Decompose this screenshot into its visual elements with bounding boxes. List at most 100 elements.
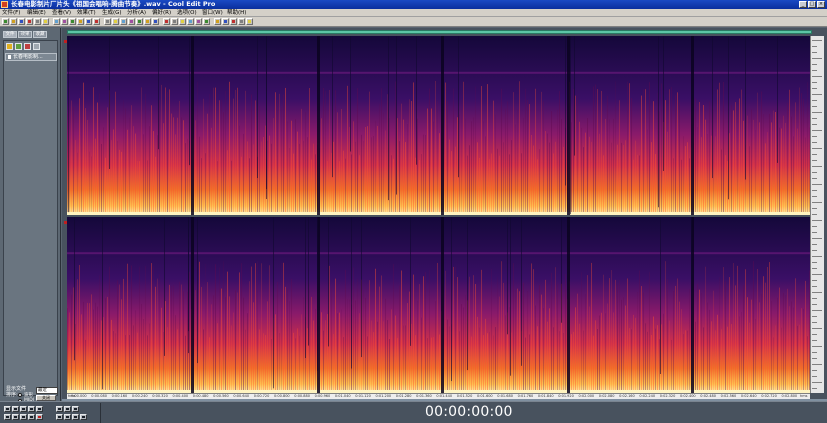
- zoom-in-left-button[interactable]: [56, 414, 63, 420]
- spectrogram-streak: [541, 294, 542, 393]
- menu-analyze[interactable]: 分析(A): [127, 9, 146, 17]
- zoom-vertical-out-button[interactable]: [80, 414, 87, 420]
- spectrogram-streak: [425, 272, 426, 393]
- toolbar-button[interactable]: [85, 18, 92, 25]
- spectrogram-streak: [263, 333, 264, 393]
- zoom-in-right-button[interactable]: [64, 414, 71, 420]
- ruler-tick: [812, 82, 817, 83]
- menu-generate[interactable]: 生成(G): [102, 9, 122, 17]
- spectrogram-streak: [187, 291, 188, 393]
- time-display: 00:00:00:00: [425, 404, 513, 420]
- spectrogram-streak: [647, 129, 648, 215]
- menu-view[interactable]: 查看(V): [52, 9, 71, 17]
- toolbar-button[interactable]: [203, 18, 210, 25]
- zoom-out-button[interactable]: [64, 406, 71, 412]
- insert-icon[interactable]: [33, 43, 40, 50]
- menu-file[interactable]: 文件(F): [2, 9, 20, 17]
- rewind-button[interactable]: [12, 414, 19, 420]
- toolbar-button[interactable]: [34, 18, 41, 25]
- spectrogram-streak: [83, 82, 84, 215]
- play-from-cursor-button[interactable]: [28, 406, 35, 412]
- toolbar-button[interactable]: [214, 18, 221, 25]
- file-list-item[interactable]: 长春电影制...: [5, 53, 57, 61]
- spectrogram-streak: [145, 93, 146, 215]
- play-button[interactable]: [12, 406, 19, 412]
- zoom-full-button[interactable]: [72, 406, 79, 412]
- ruler-tick: [812, 382, 822, 383]
- toolbar-button[interactable]: [18, 18, 25, 25]
- tab-files[interactable]: 文件: [3, 31, 17, 38]
- spectrogram-streak: [759, 122, 760, 215]
- zoom-vertical-button[interactable]: [72, 414, 79, 420]
- toolbar-button[interactable]: [187, 18, 194, 25]
- radio-wave[interactable]: [18, 393, 22, 397]
- spectrogram-left-channel[interactable]: [67, 36, 810, 215]
- spectrogram-streak: [307, 137, 308, 215]
- overview-bar[interactable]: [67, 30, 812, 34]
- zoom-in-button[interactable]: [56, 406, 63, 412]
- spectrogram-streak: [211, 304, 212, 393]
- open-file-icon[interactable]: [6, 43, 13, 50]
- toolbar-button[interactable]: [10, 18, 17, 25]
- toolbar-button[interactable]: [195, 18, 202, 25]
- menu-options[interactable]: 选项(O): [177, 9, 197, 17]
- tab-favorites[interactable]: 收藏: [33, 31, 47, 38]
- fast-forward-button[interactable]: [20, 414, 27, 420]
- toolbar-button[interactable]: [61, 18, 68, 25]
- record-button[interactable]: [36, 414, 43, 420]
- spectrogram-streak: [211, 127, 212, 215]
- menu-favorites[interactable]: 偏好(R): [152, 9, 171, 17]
- toolbar-button[interactable]: [152, 18, 159, 25]
- toolbar-button[interactable]: [230, 18, 237, 25]
- menu-window[interactable]: 窗口(W): [202, 9, 223, 17]
- spectrogram-streak: [265, 125, 266, 215]
- toolbar-button[interactable]: [179, 18, 186, 25]
- menu-effects[interactable]: 效果(T): [77, 9, 96, 17]
- spectrogram-streak: [111, 319, 112, 393]
- toolbar-button[interactable]: [171, 18, 178, 25]
- minimize-button[interactable]: _: [799, 1, 807, 8]
- toolbar-button[interactable]: [120, 18, 127, 25]
- spectrogram-streak: [749, 146, 750, 215]
- spectrogram-gap: [441, 36, 444, 215]
- toolbar-button[interactable]: [136, 18, 143, 25]
- toolbar-button[interactable]: [246, 18, 253, 25]
- toolbar-button[interactable]: [2, 18, 9, 25]
- spectrogram-streak: [419, 159, 420, 215]
- menu-help[interactable]: 帮助(H): [227, 9, 246, 17]
- spectrogram-streak: [469, 276, 470, 393]
- toolbar-button[interactable]: [69, 18, 76, 25]
- loop-button[interactable]: [36, 406, 43, 412]
- toolbar-button[interactable]: [104, 18, 111, 25]
- toolbar-button[interactable]: [42, 18, 49, 25]
- close-button[interactable]: ×: [817, 1, 825, 8]
- spectrogram-streak: [331, 287, 332, 393]
- import-icon[interactable]: [15, 43, 22, 50]
- close-file-icon[interactable]: [24, 43, 31, 50]
- toolbar-button[interactable]: [163, 18, 170, 25]
- spectrogram-streak: [255, 263, 256, 393]
- spectrogram-right-channel[interactable]: [67, 217, 810, 393]
- toolbar-button[interactable]: [144, 18, 151, 25]
- toolbar-button[interactable]: [53, 18, 60, 25]
- toolbar-button[interactable]: [238, 18, 245, 25]
- toolbar-button[interactable]: [112, 18, 119, 25]
- toolbar-button[interactable]: [77, 18, 84, 25]
- spectrogram-streak: [489, 331, 490, 393]
- toolbar-button[interactable]: [128, 18, 135, 25]
- stop-button[interactable]: [4, 406, 11, 412]
- spectrogram-streak: [561, 119, 562, 215]
- spectrogram-streak: [157, 135, 158, 215]
- go-end-button[interactable]: [28, 414, 35, 420]
- maximize-button[interactable]: □: [808, 1, 816, 8]
- toolbar-button[interactable]: [222, 18, 229, 25]
- spectrogram-streak: [565, 274, 566, 393]
- pause-button[interactable]: [20, 406, 27, 412]
- spectrogram-streak: [775, 325, 776, 393]
- toolbar-button[interactable]: [93, 18, 100, 25]
- sort-select[interactable]: 最近: [36, 387, 58, 394]
- go-start-button[interactable]: [4, 414, 11, 420]
- toolbar-button[interactable]: [26, 18, 33, 25]
- menu-edit[interactable]: 编辑(E): [27, 9, 46, 17]
- tab-effects[interactable]: 效果: [18, 31, 32, 38]
